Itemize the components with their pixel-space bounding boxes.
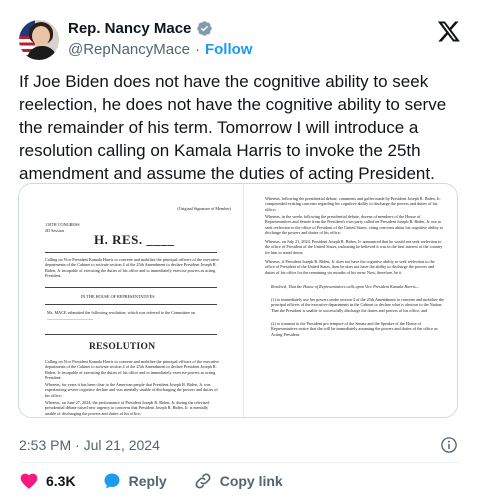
doc-rule xyxy=(45,287,217,288)
tweet-header: Rep. Nancy Mace @RepNancyMace · Follow xyxy=(0,0,481,68)
doc-session: 2D Session xyxy=(45,228,64,233)
tweet-text: If Joe Biden does not have the cognitive… xyxy=(19,72,447,183)
attached-document-image[interactable]: (Original Signature of Member) 118TH CON… xyxy=(18,183,458,418)
doc-para-1: Whereas, following the presidential deba… xyxy=(265,196,441,212)
heart-icon xyxy=(20,473,38,489)
info-icon[interactable] xyxy=(440,436,458,454)
doc-para-4: Whereas, if President Joseph R. Biden, J… xyxy=(265,259,435,275)
x-logo-icon[interactable] xyxy=(437,19,461,43)
avatar[interactable] xyxy=(19,20,59,60)
name-row: Rep. Nancy Mace xyxy=(68,20,213,37)
doc-para-2: Whereas, in the weeks following the pres… xyxy=(265,214,444,236)
author-handle[interactable]: @RepNancyMace xyxy=(68,41,190,58)
doc-item-2: (2) to transmit to the President pro tem… xyxy=(271,321,438,337)
document-page-right: Whereas, following the presidential deba… xyxy=(245,184,457,417)
reply-button[interactable]: Reply xyxy=(102,471,167,491)
doc-resolved: Resolved, That the House of Representati… xyxy=(271,284,420,289)
verified-badge-icon xyxy=(196,20,213,37)
follow-button[interactable]: Follow xyxy=(205,41,253,58)
avatar-face xyxy=(32,26,50,46)
doc-calling-on-2: Calling on Vice President Kamala Harris … xyxy=(45,359,220,381)
doc-hres-title: H. RES. ____ xyxy=(94,232,175,247)
doc-house-heading: IN THE HOUSE OF REPRESENTATIVES xyxy=(81,294,155,299)
doc-congress: 118TH CONGRESS xyxy=(45,222,80,227)
copy-link-label: Copy link xyxy=(219,473,283,489)
like-button[interactable]: 6.3K xyxy=(19,471,76,491)
display-name[interactable]: Rep. Nancy Mace xyxy=(68,20,191,37)
document-divider xyxy=(243,184,244,417)
reply-label: Reply xyxy=(128,473,167,489)
doc-calling-on: Calling on Vice President Kamala Harris … xyxy=(45,257,220,279)
avatar-shoulders xyxy=(27,46,57,60)
handle-row: @RepNancyMace · Follow xyxy=(68,41,252,58)
link-icon xyxy=(195,473,211,489)
doc-whereas-1: Whereas, for years it has been clear to … xyxy=(45,382,218,398)
doc-rule xyxy=(45,334,217,335)
doc-original-signature: (Original Signature of Member) xyxy=(177,206,231,211)
like-count: 6.3K xyxy=(46,473,76,489)
doc-item-1: (1) to immediately use her powers under … xyxy=(271,297,444,313)
tweet-actions: 6.3K Reply Copy link xyxy=(19,470,309,492)
tweet-timestamp[interactable]: 2:53 PM · Jul 21, 2024 xyxy=(19,437,160,453)
doc-rule xyxy=(45,252,217,253)
doc-rule xyxy=(45,304,217,305)
copy-link-button[interactable]: Copy link xyxy=(193,471,283,491)
reply-icon xyxy=(104,473,120,489)
doc-resolution-heading: RESOLUTION xyxy=(89,342,156,352)
document-page-left: (Original Signature of Member) 118TH CON… xyxy=(19,184,243,417)
separator-dot: · xyxy=(194,41,200,58)
doc-whereas-2: Whereas, on June 27, 2024, the performan… xyxy=(45,400,210,416)
doc-submitted: Ms. MACE submitted the following resolut… xyxy=(47,310,196,321)
actions-divider xyxy=(19,462,460,463)
doc-para-3: Whereas, on July 21, 2024, President Jos… xyxy=(265,239,443,255)
